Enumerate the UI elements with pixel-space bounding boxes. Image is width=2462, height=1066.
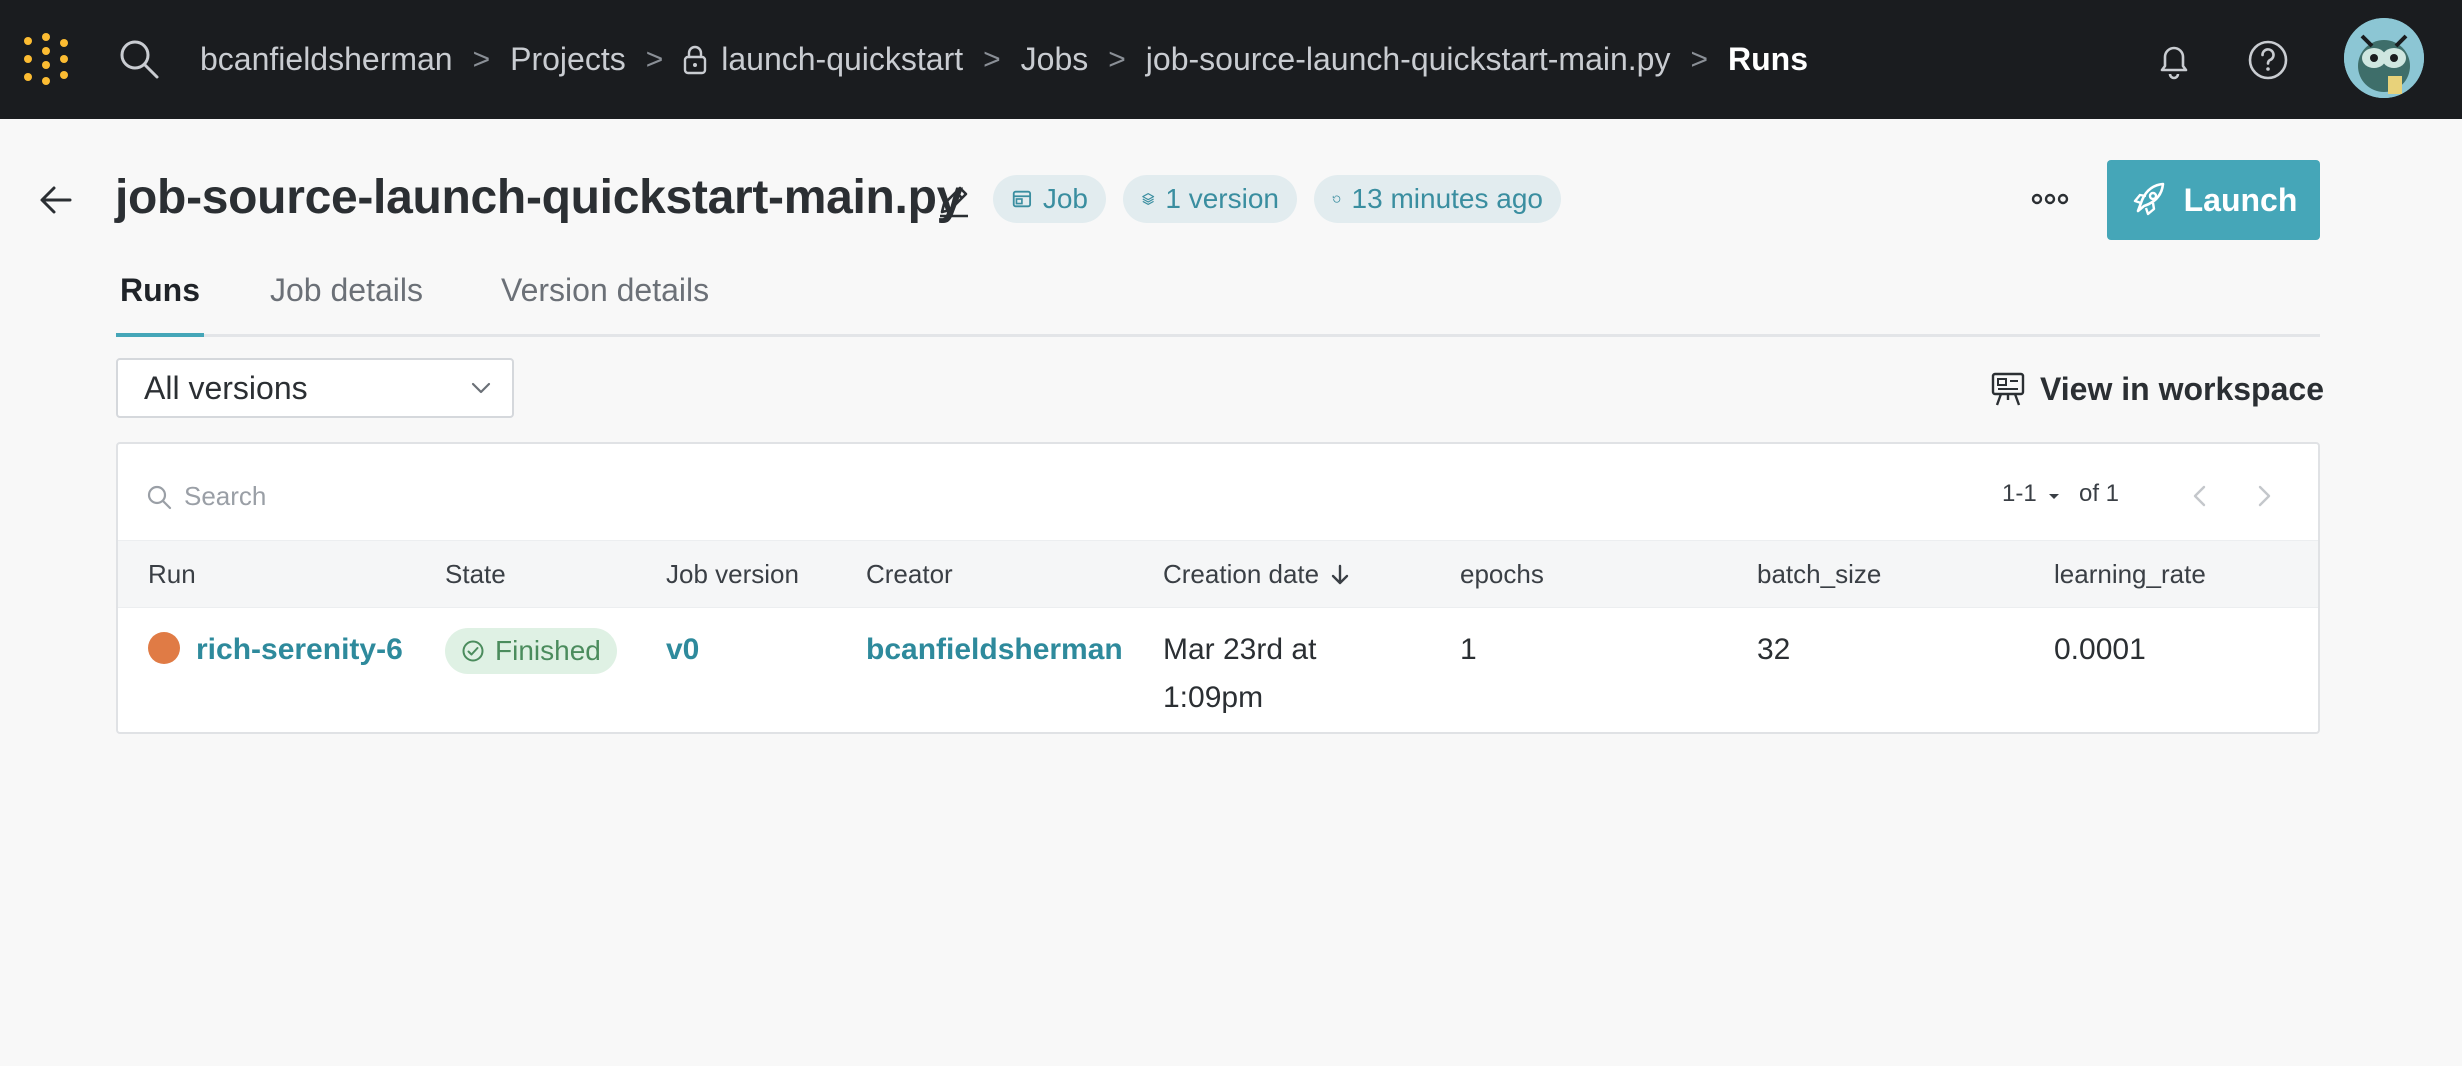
- status-badge: Finished: [445, 628, 617, 674]
- breadcrumb-separator: >: [1108, 42, 1126, 76]
- column-header-creator[interactable]: Creator: [866, 559, 953, 590]
- job-type-badge: Job: [993, 175, 1106, 223]
- tab-job-details[interactable]: Job details: [270, 272, 423, 334]
- search-icon[interactable]: [118, 38, 160, 80]
- breadcrumb-projects[interactable]: Projects: [510, 41, 626, 78]
- run-name-link[interactable]: rich-serenity-6: [196, 633, 403, 666]
- rocket-icon: [2133, 182, 2164, 216]
- history-icon: [1332, 195, 1341, 203]
- breadcrumb-separator: >: [645, 42, 664, 76]
- breadcrumb-project-label: launch-quickstart: [721, 41, 964, 77]
- table-row[interactable]: rich-serenity-6 Finished v0 bcanfieldshe…: [118, 606, 2318, 732]
- status-label: Finished: [495, 635, 601, 666]
- version-select[interactable]: All versions: [116, 358, 514, 418]
- tab-runs[interactable]: Runs: [116, 272, 204, 337]
- more-options-icon[interactable]: [2030, 186, 2070, 212]
- creation-date-cell: Mar 23rd at 1:09pm: [1163, 626, 1316, 722]
- creation-date-line-1: Mar 23rd at: [1163, 633, 1317, 666]
- run-cell[interactable]: rich-serenity-6: [148, 626, 403, 674]
- launch-button-label: Launch: [2183, 181, 2298, 218]
- creation-date-line-2: 1:09pm: [1163, 681, 1264, 714]
- layers-icon: [1142, 193, 1155, 205]
- tab-version-details[interactable]: Version details: [501, 272, 709, 334]
- breadcrumb-separator: >: [472, 42, 491, 76]
- version-count-label: 1 version: [1165, 183, 1279, 214]
- check-circle-icon: [462, 640, 484, 662]
- breadcrumb-entity[interactable]: bcanfieldsherman: [200, 41, 453, 78]
- chevron-down-icon: [471, 382, 491, 394]
- breadcrumb-separator: >: [983, 42, 1001, 76]
- page-range-select[interactable]: 1-1: [2002, 480, 2061, 508]
- tab-bar: Runs Job details Version details: [116, 250, 2320, 337]
- avatar[interactable]: [2344, 18, 2424, 98]
- back-arrow-icon[interactable]: [36, 180, 76, 220]
- breadcrumb-project[interactable]: launch-quickstart: [683, 41, 963, 78]
- version-count-badge[interactable]: 1 version: [1123, 175, 1297, 223]
- learning-rate-cell: 0.0001: [2054, 633, 2146, 666]
- column-header-creation-date[interactable]: Creation date: [1163, 559, 1351, 590]
- table-search[interactable]: [146, 480, 586, 513]
- column-header-epochs[interactable]: epochs: [1460, 559, 1544, 590]
- lock-icon: [684, 45, 707, 74]
- page-range-label: 1-1: [2002, 480, 2037, 507]
- sort-descending-icon: [1331, 564, 1349, 584]
- column-header-job-version[interactable]: Job version: [666, 559, 799, 590]
- column-header-creation-date-label: Creation date: [1163, 559, 1320, 589]
- launch-button[interactable]: Launch: [2107, 160, 2320, 240]
- help-icon[interactable]: [2246, 38, 2290, 82]
- updated-time-badge: 13 minutes ago: [1314, 175, 1561, 223]
- previous-page-icon[interactable]: [2186, 482, 2214, 510]
- column-header-run[interactable]: Run: [148, 559, 196, 590]
- column-header-state[interactable]: State: [445, 559, 506, 590]
- breadcrumb-current: Runs: [1727, 41, 1808, 77]
- breadcrumb: bcanfieldsherman > Projects > launch-qui…: [200, 0, 1808, 119]
- view-in-workspace-label: View in workspace: [2040, 370, 2324, 407]
- job-version-link[interactable]: v0: [666, 626, 699, 674]
- breadcrumb-separator: >: [1690, 42, 1708, 76]
- batch-size-cell: 32: [1757, 633, 1791, 666]
- top-nav-bar: bcanfieldsherman > Projects > launch-qui…: [0, 0, 2462, 119]
- creator-link[interactable]: bcanfieldsherman: [866, 626, 1123, 674]
- page-title: job-source-launch-quickstart-main.py: [115, 171, 963, 224]
- breadcrumb-job[interactable]: job-source-launch-quickstart-main.py: [1146, 41, 1671, 78]
- search-icon: [147, 485, 172, 509]
- column-header-batch-size[interactable]: batch_size: [1757, 559, 1881, 590]
- wandb-logo-icon[interactable]: [22, 33, 76, 87]
- runs-table-panel: 1-1 of 1 Run State Job version Creator C…: [116, 442, 2320, 734]
- run-color-dot[interactable]: [148, 632, 180, 665]
- next-page-icon[interactable]: [2250, 482, 2278, 510]
- pencil-edit-icon[interactable]: [936, 182, 972, 218]
- page-total: of 1: [2079, 480, 2120, 507]
- table-header: Run State Job version Creator Creation d…: [118, 540, 2318, 608]
- job-type-label: Job: [1042, 183, 1088, 214]
- updated-time-label: 13 minutes ago: [1351, 183, 1543, 214]
- version-select-value: All versions: [144, 369, 308, 406]
- epochs-cell: 1: [1460, 633, 1477, 666]
- table-search-input[interactable]: [182, 480, 586, 513]
- breadcrumb-jobs[interactable]: Jobs: [1021, 41, 1089, 78]
- view-in-workspace-button[interactable]: View in workspace: [1990, 366, 2324, 412]
- job-icon: [1012, 190, 1032, 208]
- workspace-icon: [1991, 372, 2025, 406]
- bell-icon[interactable]: [2152, 38, 2196, 82]
- column-header-learning-rate[interactable]: learning_rate: [2054, 559, 2206, 590]
- caret-down-icon: [2049, 494, 2060, 499]
